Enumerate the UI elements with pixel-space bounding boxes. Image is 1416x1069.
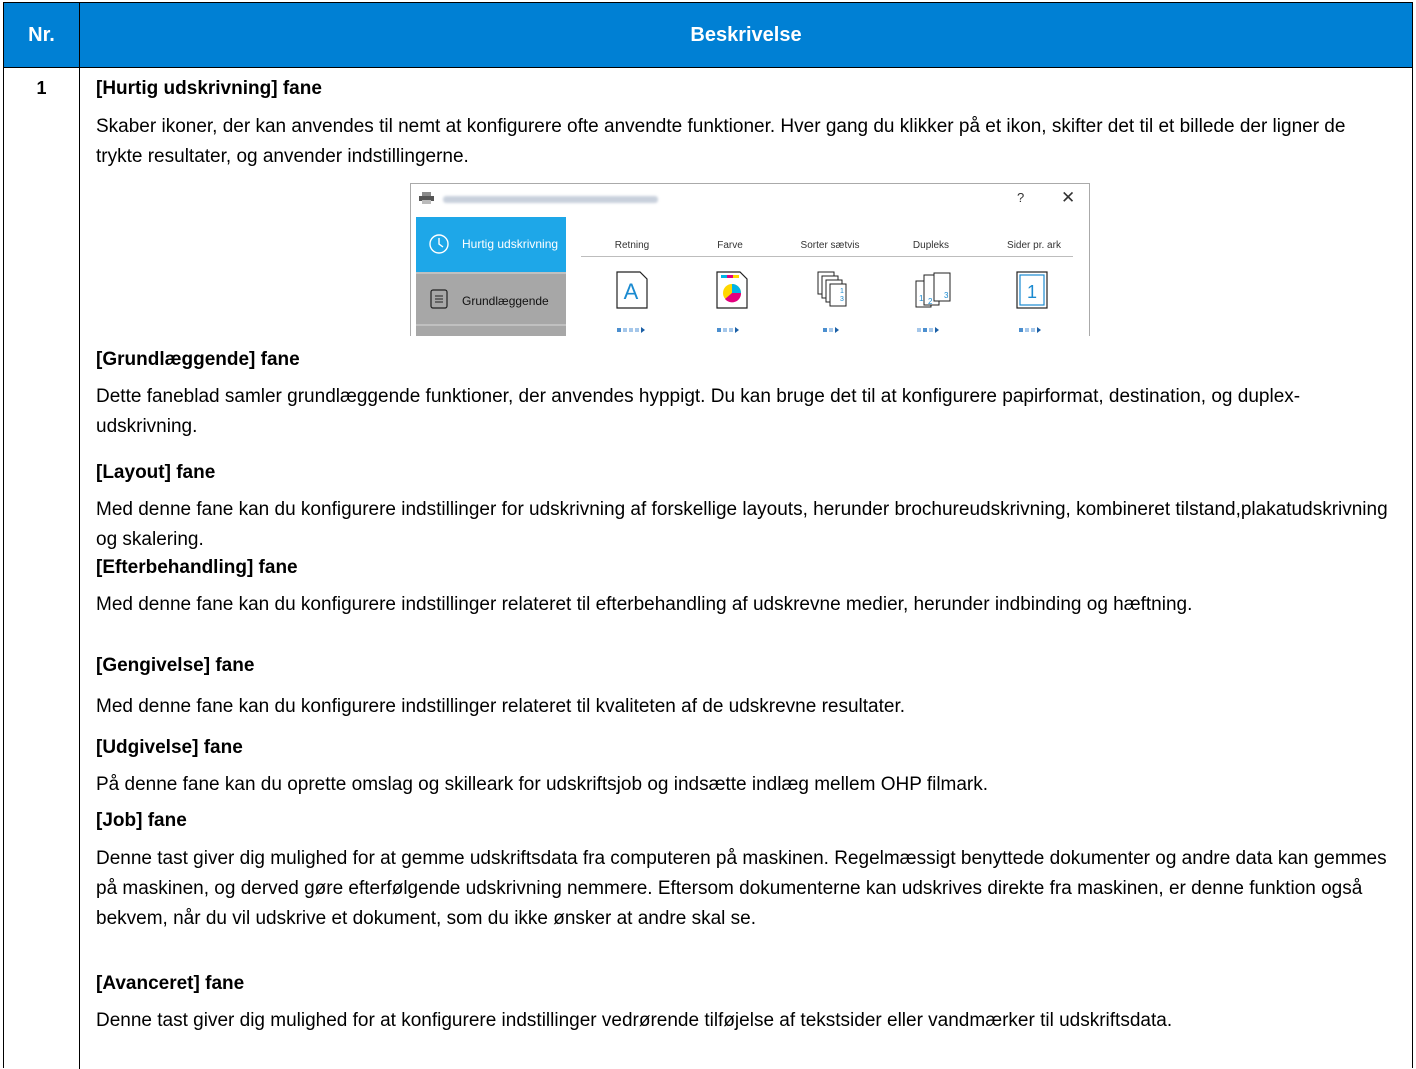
section-title: [Layout] fane <box>96 462 216 483</box>
sidebar-item-hurtig-udskrivning[interactable]: Hurtig udskrivning <box>416 217 566 272</box>
table-header: Nr. Beskrivelse <box>4 3 1412 67</box>
section-text: Med denne fane kan du konfigurere indsti… <box>96 594 1193 615</box>
collate-icon[interactable]: 1 3 <box>816 271 852 311</box>
section-title: [Grundlæggende] fane <box>96 349 300 370</box>
row-number: 1 <box>36 78 47 98</box>
option-label: Retning <box>614 240 650 251</box>
options-divider <box>581 256 1073 257</box>
sidebar-item-label: Grundlæggende <box>462 294 549 308</box>
section-text: Med denne fane kan du konfigurere indsti… <box>96 696 906 717</box>
section-title: [Hurtig udskrivning] fane <box>96 78 322 99</box>
orientation-glyph: A <box>624 279 639 304</box>
print-dialog-screenshot: ? ✕ Hurtig udskrivning Grundlæggende Ret… <box>410 183 1090 336</box>
section-text: Denne tast giver dig mulighed for at gem… <box>96 848 1387 929</box>
section-text: Dette faneblad samler grundlæggende funk… <box>96 386 1301 437</box>
clock-icon <box>429 234 449 254</box>
section-text: Med denne fane kan du konfigurere indsti… <box>96 499 1388 550</box>
svg-text:1: 1 <box>919 294 924 303</box>
pages-per-sheet-icon[interactable]: 1 <box>1016 271 1048 309</box>
section-title: [Efterbehandling] fane <box>96 557 298 578</box>
sidebar-item-label: Hurtig udskrivning <box>462 237 559 251</box>
header-nr: Nr. <box>4 3 80 67</box>
option-label: Farve <box>717 240 743 251</box>
option-label: Dupleks <box>912 240 950 251</box>
option-indicator <box>617 321 661 333</box>
printer-icon <box>419 192 434 204</box>
option-indicator <box>717 321 761 333</box>
section-text: Denne tast giver dig mulighed for at kon… <box>96 1010 1173 1031</box>
sidebar-item-grundlaeggende[interactable]: Grundlæggende <box>416 274 566 324</box>
section-text: På denne fane kan du oprette omslag og s… <box>96 774 989 795</box>
svg-text:3: 3 <box>944 291 949 300</box>
svg-text:1: 1 <box>840 288 844 295</box>
sidebar-item-next[interactable] <box>416 326 566 336</box>
option-label: Sider pr. ark <box>1007 240 1061 251</box>
orientation-icon[interactable]: A <box>616 271 648 309</box>
dialog-titlebar: ? ✕ <box>411 184 1089 214</box>
dialog-title-blurred <box>443 196 658 203</box>
option-indicator <box>823 321 867 333</box>
header-description: Beskrivelse <box>690 23 802 46</box>
section-title: [Job] fane <box>96 810 187 831</box>
section-text: Skaber ikoner, der kan anvendes til nemt… <box>96 116 1346 167</box>
section-title: [Udgivelse] fane <box>96 737 243 758</box>
section-title: [Gengivelse] fane <box>96 655 255 676</box>
dialog-sidebar: Hurtig udskrivning Grundlæggende <box>416 217 566 336</box>
option-indicator <box>917 321 961 333</box>
option-indicator <box>1019 321 1063 333</box>
help-icon[interactable]: ? <box>1017 190 1024 205</box>
svg-text:2: 2 <box>928 297 933 306</box>
close-icon[interactable]: ✕ <box>1061 188 1075 208</box>
header-divider <box>4 67 1412 68</box>
row-number-cell: 1 <box>4 68 80 1069</box>
svg-text:3: 3 <box>840 296 844 303</box>
color-icon[interactable] <box>716 271 748 309</box>
pages-per-sheet-glyph: 1 <box>1027 282 1037 302</box>
duplex-icon[interactable]: 1 2 3 <box>914 271 954 311</box>
document-icon <box>430 289 448 309</box>
description-table: Nr. Beskrivelse 1 [Hurtig udskrivning] f… <box>3 2 1413 1069</box>
section-title: [Avanceret] fane <box>96 973 245 994</box>
option-label: Sorter sætvis <box>800 240 860 251</box>
